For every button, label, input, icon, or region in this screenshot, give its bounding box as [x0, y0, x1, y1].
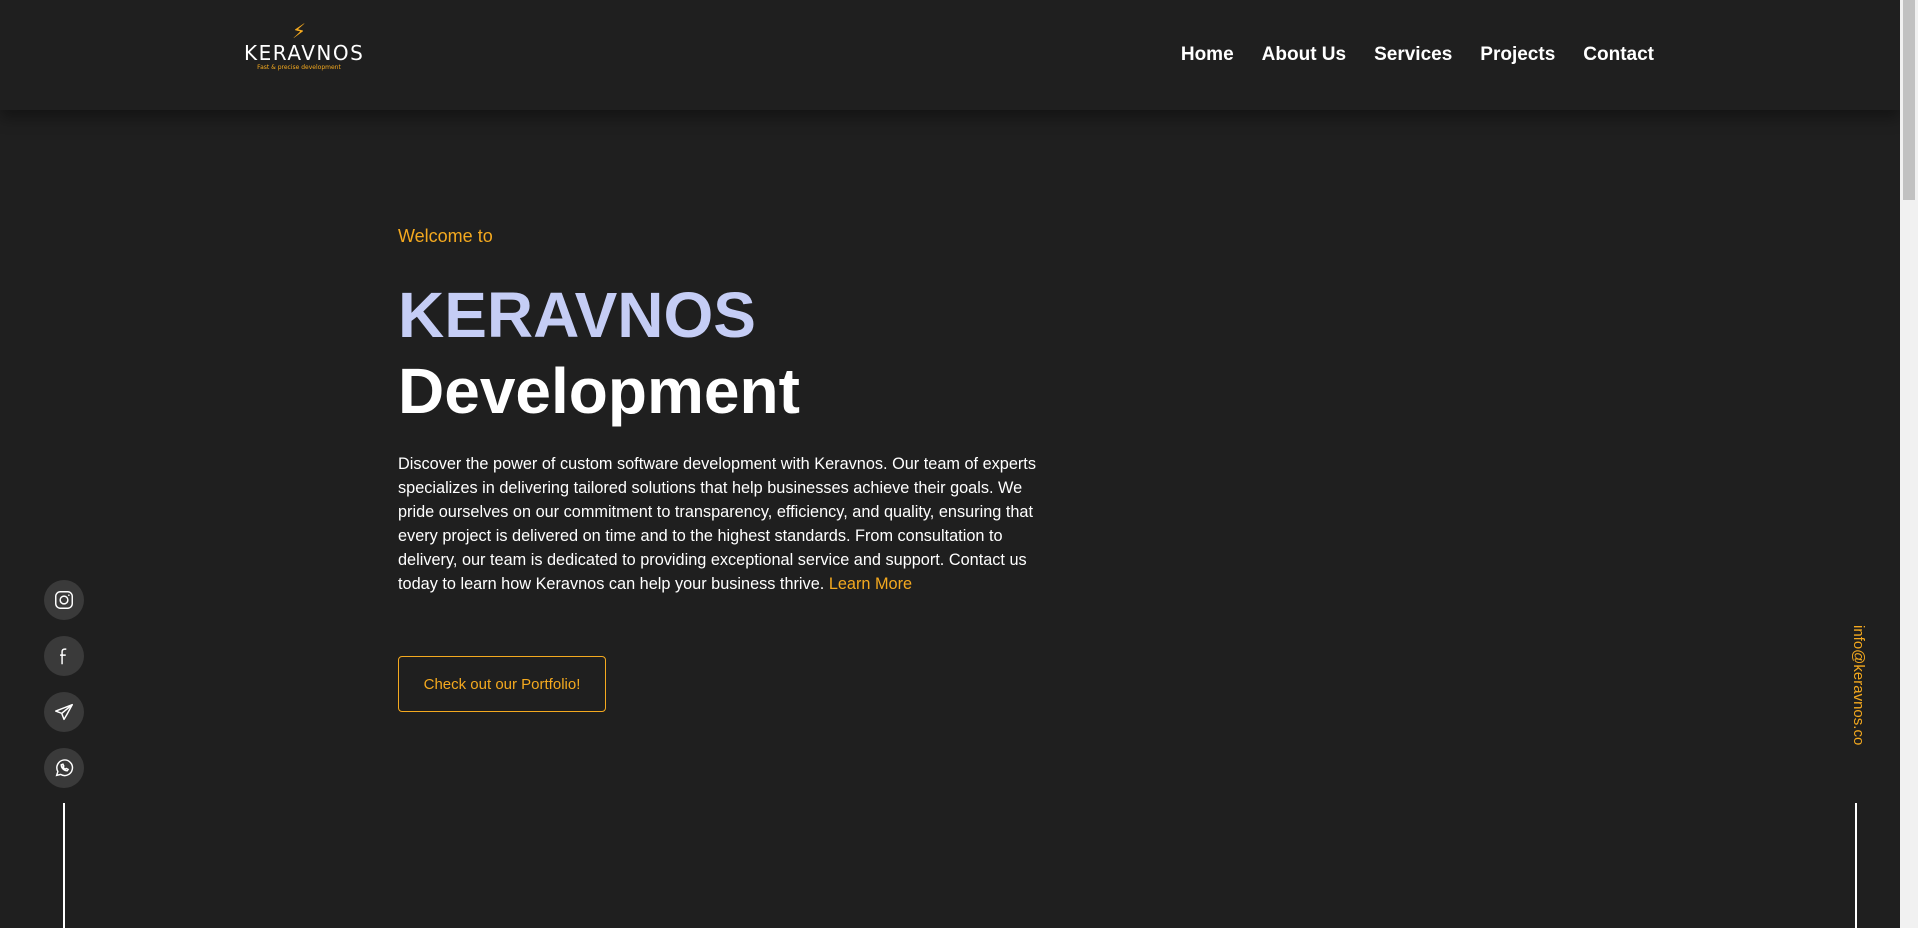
scrollbar[interactable] [1900, 0, 1918, 928]
nav-home[interactable]: Home [1181, 44, 1234, 66]
lightning-bolt-icon: ⚡ [291, 21, 307, 43]
social-links [44, 580, 84, 804]
whatsapp-icon [55, 759, 74, 777]
logo-tagline: Fast & precise development [257, 64, 341, 71]
hero-title-sub: Development [398, 355, 800, 427]
left-divider-line [63, 803, 65, 928]
site-header: ⚡ KERAVNOS Fast & precise development Ho… [0, 0, 1900, 110]
nav-services[interactable]: Services [1374, 44, 1452, 66]
hero-title-brand: KERAVNOS [398, 279, 756, 351]
contact-email-link[interactable]: info@keravnos.co [1845, 625, 1867, 755]
nav-projects[interactable]: Projects [1480, 44, 1555, 66]
portfolio-button[interactable]: Check out our Portfolio! [398, 656, 606, 712]
welcome-text: Welcome to [398, 226, 493, 246]
right-divider-line [1855, 803, 1857, 928]
main-nav: Home About Us Services Projects Contact [1181, 44, 1654, 66]
facebook-icon [60, 648, 67, 665]
site-logo[interactable]: ⚡ KERAVNOS Fast & precise development [244, 21, 365, 74]
instagram-button[interactable] [44, 580, 84, 620]
logo-name: KERAVNOS [244, 41, 365, 65]
instagram-icon [55, 591, 73, 609]
whatsapp-button[interactable] [44, 748, 84, 788]
telegram-button[interactable] [44, 692, 84, 732]
hero-description: Discover the power of custom software de… [398, 452, 1043, 596]
nav-contact[interactable]: Contact [1583, 44, 1654, 66]
nav-about-us[interactable]: About Us [1262, 44, 1346, 66]
hero-description-text: Discover the power of custom software de… [398, 455, 1036, 593]
facebook-button[interactable] [44, 636, 84, 676]
learn-more-link[interactable]: Learn More [829, 575, 912, 593]
scrollbar-thumb[interactable] [1903, 0, 1915, 200]
telegram-icon [55, 703, 73, 721]
